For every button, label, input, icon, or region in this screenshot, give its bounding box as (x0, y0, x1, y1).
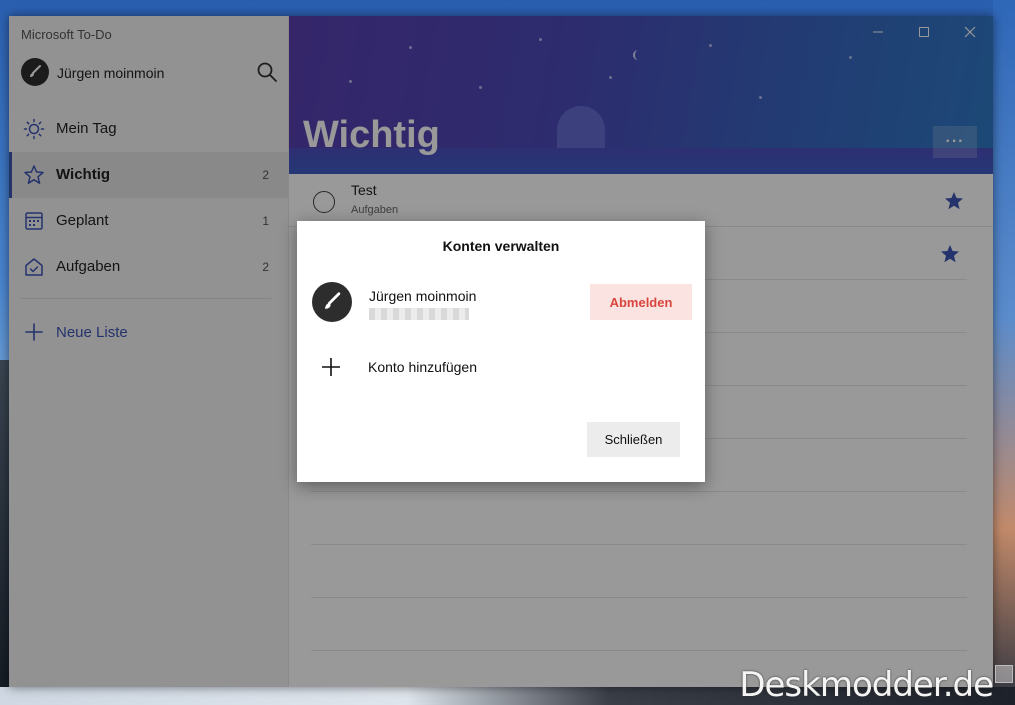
paintbrush-icon (325, 292, 341, 309)
watermark: Deskmodder.de (739, 665, 994, 705)
watermark-icon (995, 665, 1013, 683)
add-account-button[interactable]: Konto hinzufügen (319, 355, 599, 379)
close-button[interactable]: Schließen (587, 422, 680, 457)
desktop-wallpaper-right (993, 0, 1015, 705)
logout-button[interactable]: Abmelden (590, 284, 692, 320)
account-name: Jürgen moinmoin (369, 288, 477, 304)
account-email-redacted (369, 308, 469, 320)
dialog-title: Konten verwalten (442, 238, 560, 254)
add-account-label: Konto hinzufügen (368, 359, 477, 375)
plus-icon (322, 358, 340, 376)
avatar (312, 282, 352, 322)
manage-accounts-dialog: Konten verwalten Jürgen moinmoin Abmelde… (297, 221, 705, 482)
